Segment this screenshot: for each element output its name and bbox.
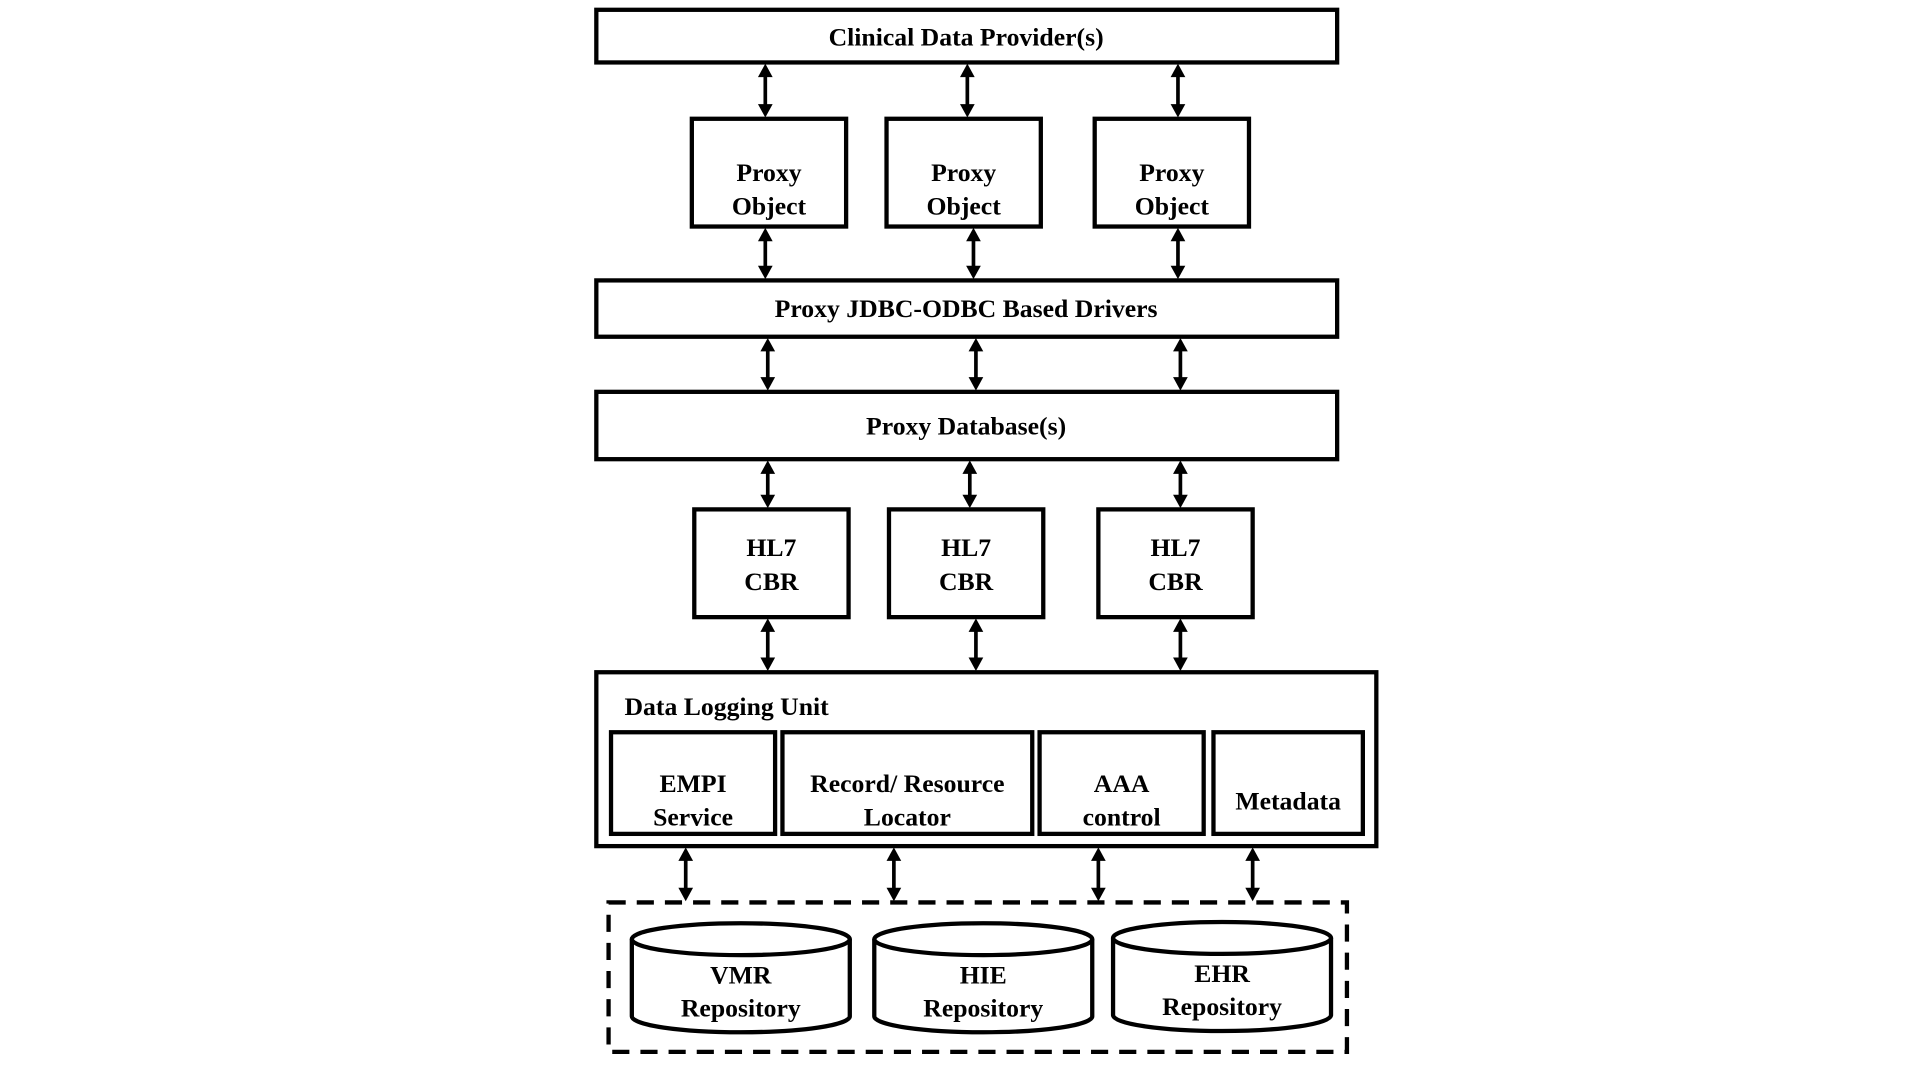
bidirectional-arrow-icon [1173,337,1188,391]
bidirectional-arrow-icon [757,227,773,280]
hie-label-line1: HIE [960,960,1007,989]
proxy-object-label-line1: Proxy [931,158,996,187]
hl7-label-line2: CBR [1148,567,1203,596]
ehr-label-line2: Repository [1162,992,1282,1021]
data-logging-unit: Data Logging Unit EMPI Service Record/ R… [594,670,1379,849]
hl7-cbr-box: HL7 CBR [692,507,851,620]
bidirectional-arrow-icon [678,847,694,902]
aaa-label-line1: AAA [1094,769,1150,798]
aaa-label-line2: control [1083,802,1161,831]
bidirectional-arrow-icon [966,227,981,280]
bidirectional-arrow-icon [760,618,776,672]
bidirectional-arrow-icon [760,460,776,509]
drivers-label: Proxy JDBC-ODBC Based Drivers [775,294,1158,323]
architecture-diagram: Clinical Data Provider(s) Proxy Object P… [594,7,1379,1054]
hie-label-line2: Repository [923,993,1043,1022]
proxy-object-row: Proxy Object Proxy Object Proxy Object [689,116,1252,229]
bidirectional-arrow-icon [760,337,776,391]
bidirectional-arrow-icon [1245,847,1260,902]
bidirectional-arrow-icon [1173,460,1188,509]
hl7-label-line1: HL7 [746,533,796,562]
empi-label-line1: EMPI [660,769,727,798]
data-logging-unit-title: Data Logging Unit [624,692,829,721]
locator-label-line2: Locator [864,802,951,831]
metadata-label: Metadata [1235,786,1341,815]
hl7-cbr-box: HL7 CBR [1096,507,1255,620]
bidirectional-arrow-icon [1170,227,1186,280]
hl7-label-line1: HL7 [1151,533,1201,562]
bidirectional-arrow-icon [968,618,984,672]
vmr-label-line1: VMR [710,960,772,989]
proxy-database-label: Proxy Database(s) [866,412,1066,441]
proxy-object-label-line1: Proxy [1139,158,1204,187]
bidirectional-arrow-icon [757,63,773,118]
hl7-cbr-box: HL7 CBR [886,507,1046,620]
proxy-object-label-line1: Proxy [736,158,801,187]
ehr-repository-cylinder: EHR Repository [1110,919,1334,1034]
vmr-label-line2: Repository [681,993,801,1022]
metadata-box: Metadata [1211,730,1365,837]
clinical-data-provider-label: Clinical Data Provider(s) [829,22,1104,51]
bidirectional-arrow-icon [960,63,975,118]
empi-label-line2: Service [653,802,733,831]
bidirectional-arrow-icon [962,460,978,509]
hl7-cbr-row: HL7 CBR HL7 CBR HL7 CBR [692,507,1255,620]
hl7-label-line2: CBR [939,567,994,596]
bidirectional-arrow-icon [886,847,902,902]
proxy-database-layer: Proxy Database(s) [594,389,1340,462]
bidirectional-arrow-icon [1091,847,1106,902]
proxy-object-label-line2: Object [927,191,1002,220]
hie-repository-cylinder: HIE Repository [872,921,1095,1035]
proxy-object-box: Proxy Object [1092,116,1252,229]
drivers-layer: Proxy JDBC-ODBC Based Drivers [594,278,1340,339]
empi-service-box: EMPI Service [608,730,778,837]
bidirectional-arrow-icon [1170,63,1186,118]
clinical-data-provider-layer: Clinical Data Provider(s) [594,7,1340,65]
proxy-object-label-line2: Object [1135,191,1210,220]
proxy-object-box: Proxy Object [884,116,1043,229]
vmr-repository-cylinder: VMR Repository [629,921,852,1035]
record-resource-locator-box: Record/ Resource Locator [780,730,1035,837]
aaa-control-box: AAA control [1037,730,1206,837]
hl7-label-line2: CBR [744,567,799,596]
ehr-label-line1: EHR [1194,959,1250,988]
proxy-object-box: Proxy Object [689,116,849,229]
bidirectional-arrow-icon [968,337,984,391]
hl7-label-line1: HL7 [941,533,991,562]
locator-label-line1: Record/ Resource [810,769,1004,798]
proxy-object-label-line2: Object [732,191,807,220]
repositories-group: VMR Repository HIE Repository EHR Reposi… [606,900,1350,1054]
bidirectional-arrow-icon [1173,618,1188,672]
